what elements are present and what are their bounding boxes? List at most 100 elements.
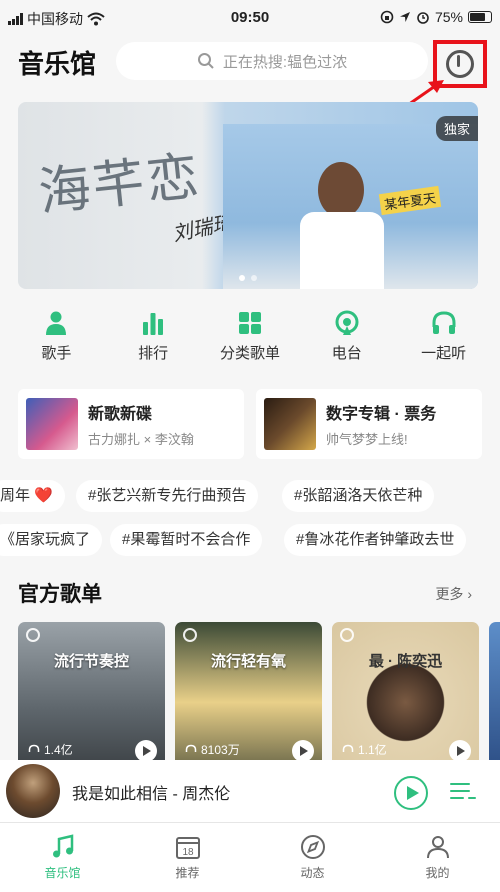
new-releases-cover — [26, 398, 78, 450]
digital-album-card[interactable]: 数字专辑 · 票务 帅气梦梦上线! — [256, 389, 482, 459]
mini-player[interactable]: 我是如此相信 - 周杰伦 — [0, 760, 500, 822]
promo-banner[interactable]: 海芊恋 刘瑞琦 某年夏天 独家 — [18, 102, 478, 289]
hot-tag-chip[interactable]: #张艺兴新专先行曲预告 — [76, 480, 259, 512]
location-icon — [399, 12, 410, 22]
card-title: 数字专辑 · 票务 — [326, 406, 437, 423]
new-releases-card[interactable]: 新歌新碟 古力娜扎 × 李汶翰 — [18, 389, 244, 459]
pager-dot — [239, 275, 245, 281]
category-chart[interactable]: 排行 — [107, 310, 199, 374]
hot-tags-row-2: 《居家玩疯了 #果霉暂时不会合作 #鲁冰花作者钟肇政去世 — [0, 524, 500, 556]
category-label: 排行 — [138, 345, 169, 362]
play-button[interactable] — [135, 740, 157, 762]
headphones-small-icon — [342, 744, 354, 752]
card-title: 新歌新碟 — [88, 406, 153, 423]
exclusive-badge: 独家 — [435, 116, 478, 141]
playlist-card-partial[interactable] — [489, 622, 500, 768]
playlist-queue-icon[interactable] — [450, 780, 476, 804]
play-count: 1.4亿 — [28, 741, 73, 758]
status-right: 75% — [380, 9, 492, 25]
tab-label: 推荐 — [175, 866, 200, 880]
tab-feed[interactable]: 动态 — [250, 823, 375, 892]
category-singer[interactable]: 歌手 — [10, 310, 102, 374]
category-label: 歌手 — [41, 345, 72, 362]
playlist-carousel: 流行节奏控 1.4亿 流行轻有氧 8103万 最 · 陈奕迅 1.1亿 — [18, 622, 500, 768]
category-label: 一起听 — [421, 345, 467, 362]
play-button[interactable] — [292, 740, 314, 762]
user-icon — [426, 836, 449, 859]
category-radio[interactable]: 电台 — [301, 310, 393, 374]
playlist-card[interactable]: 流行节奏控 1.4亿 — [18, 622, 165, 768]
radio-icon — [335, 310, 359, 335]
play-count: 8103万 — [185, 741, 240, 758]
banner-art-text: 海芊恋 — [35, 146, 204, 224]
tab-recommend[interactable]: 18 推荐 — [125, 823, 250, 892]
hot-tag-chip[interactable]: 周年 ❤️ — [0, 480, 65, 512]
card-subtitle: 古力娜扎 × 李汶翰 — [88, 432, 194, 447]
feature-cards: 新歌新碟 古力娜扎 × 李汶翰 数字专辑 · 票务 帅气梦梦上线! — [18, 389, 482, 459]
search-placeholder: 正在热搜:辒色过浓 — [222, 53, 348, 71]
banner-pager — [18, 275, 478, 281]
tab-label: 动态 — [300, 866, 325, 880]
status-bar: 中国移动 09:50 75% — [0, 0, 500, 34]
page-title: 音乐馆 — [18, 49, 97, 79]
playlist-card[interactable]: 流行轻有氧 8103万 — [175, 622, 322, 768]
singer-icon — [46, 311, 67, 335]
play-count: 1.1亿 — [342, 741, 387, 758]
now-playing-title: 我是如此相信 - 周杰伦 — [72, 786, 231, 803]
card-text: 新歌新碟 古力娜扎 × 李汶翰 — [88, 400, 194, 448]
listen-icon — [340, 628, 354, 642]
now-playing-cover — [6, 764, 60, 818]
play-count-value: 1.1亿 — [358, 743, 387, 757]
digital-album-cover — [264, 398, 316, 450]
search-bar[interactable]: 正在热搜:辒色过浓 — [116, 42, 428, 80]
more-link[interactable]: 更多 › — [435, 584, 472, 604]
bottom-tab-bar: 音乐馆 18 推荐 动态 我的 — [0, 822, 500, 892]
hot-tag-chip[interactable]: #果霉暂时不会合作 — [110, 524, 263, 556]
playlist-name: 流行轻有氧 — [210, 653, 286, 670]
hot-tag-chip[interactable]: #张韶涵洛天依芒种 — [282, 480, 435, 512]
card-text: 数字专辑 · 票务 帅气梦梦上线! — [326, 400, 436, 448]
category-row: 歌手 排行 分类歌单 电台 一起听 — [0, 310, 500, 374]
banner-artist-figure-head — [318, 162, 364, 218]
category-playlists[interactable]: 分类歌单 — [204, 310, 296, 374]
search-icon — [197, 53, 214, 69]
category-label: 电台 — [331, 345, 362, 362]
music-note-icon — [52, 834, 73, 858]
playlist-name: 最 · 陈奕迅 — [368, 653, 443, 670]
pager-dot — [251, 275, 257, 281]
alarm-icon — [417, 12, 429, 24]
compass-icon — [300, 835, 325, 859]
grid-icon — [238, 312, 261, 334]
headphones-icon — [432, 311, 456, 334]
play-count-value: 1.4亿 — [44, 743, 73, 757]
listen-icon — [183, 628, 197, 642]
play-button[interactable] — [449, 740, 471, 762]
headphones-small-icon — [185, 744, 197, 752]
tab-label: 音乐馆 — [44, 866, 81, 880]
hot-tags-row-1: 周年 ❤️ #张艺兴新专先行曲预告 #张韶涵洛天依芒种 — [0, 480, 500, 512]
hot-tag-chip[interactable]: #鲁冰花作者钟肇政去世 — [284, 524, 467, 556]
hot-tag-chip[interactable]: 《居家玩疯了 — [0, 524, 103, 556]
play-pause-button[interactable] — [394, 776, 428, 810]
play-count-value: 8103万 — [201, 743, 240, 757]
header: 音乐馆 正在热搜:辒色过浓 — [0, 36, 500, 88]
recognition-icon — [446, 50, 474, 78]
category-listen-together[interactable]: 一起听 — [398, 310, 490, 374]
calendar-day: 18 — [182, 847, 194, 858]
playlist-name: 流行节奏控 — [53, 653, 129, 670]
listen-icon — [26, 628, 40, 642]
category-label: 分类歌单 — [219, 345, 280, 362]
tab-music-hall[interactable]: 音乐馆 — [0, 823, 125, 892]
battery-percent: 75% — [434, 9, 463, 25]
battery-icon — [468, 11, 492, 23]
tab-mine[interactable]: 我的 — [375, 823, 500, 892]
card-subtitle: 帅气梦梦上线! — [326, 432, 408, 447]
headphones-small-icon — [28, 744, 40, 752]
playlist-card[interactable]: 最 · 陈奕迅 1.1亿 — [332, 622, 479, 768]
section-title: 官方歌单 — [18, 583, 102, 606]
calendar-icon: 18 — [175, 837, 200, 859]
lock-rotation-icon — [380, 10, 394, 24]
chart-icon — [143, 313, 164, 335]
tab-label: 我的 — [425, 866, 450, 880]
music-recognition-button[interactable] — [433, 40, 487, 88]
